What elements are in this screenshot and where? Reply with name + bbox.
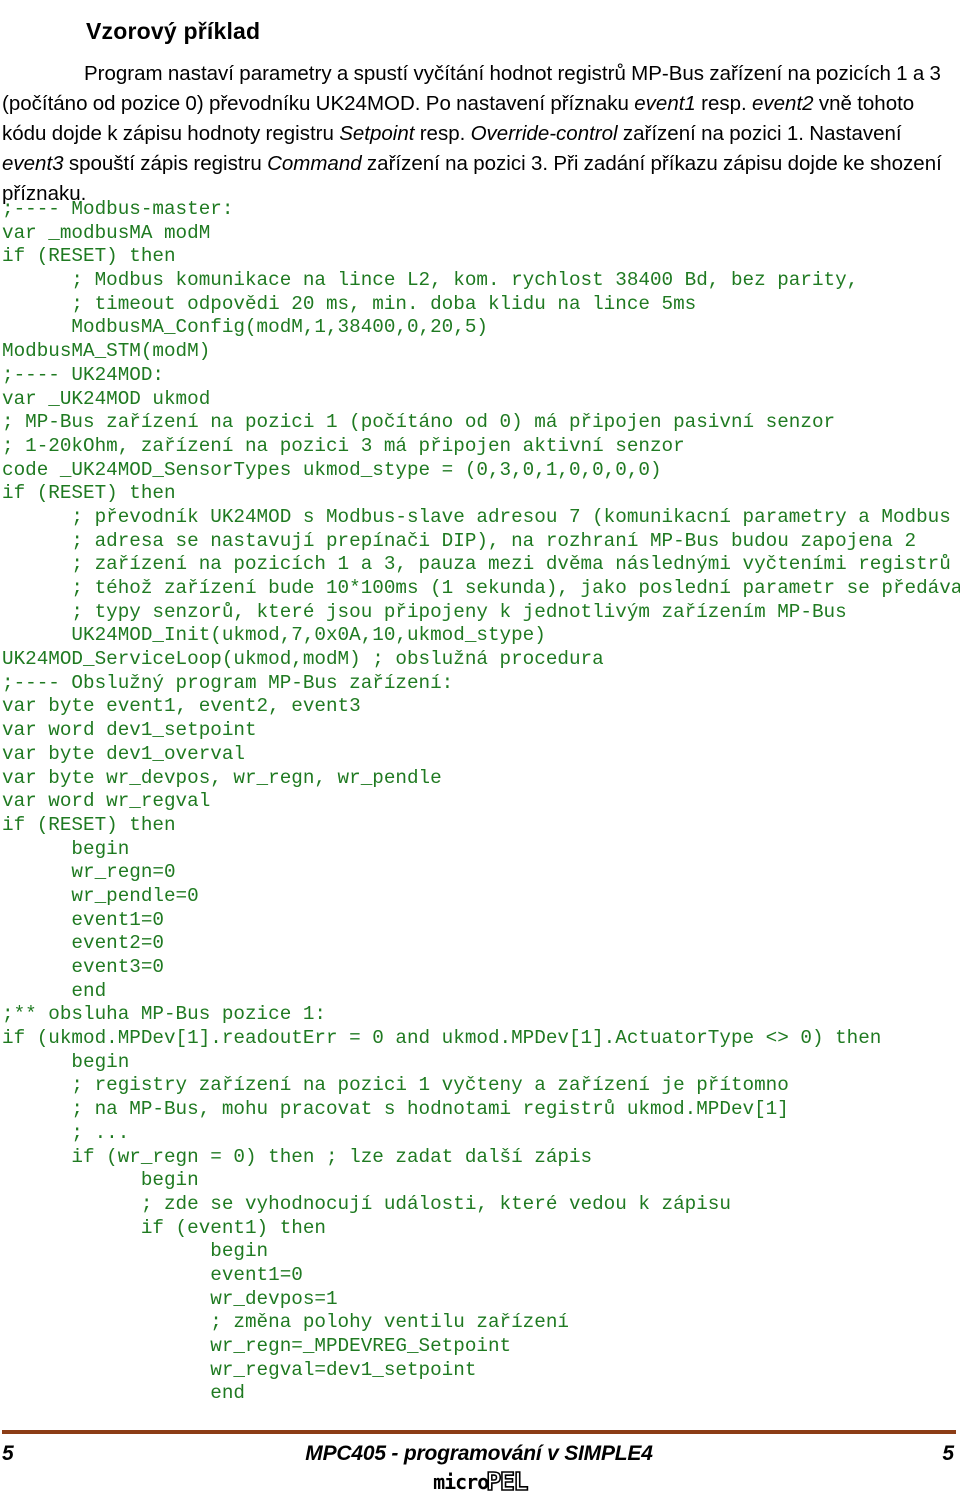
- code-line: var byte dev1_overval: [2, 742, 245, 765]
- emphasis-term: event2: [752, 91, 814, 115]
- code-line: end: [2, 1382, 245, 1405]
- code-line: ; typy senzorů, které jsou připojeny k j…: [2, 600, 847, 623]
- code-line: ; na MP-Bus, mohu pracovat s hodnotami r…: [2, 1098, 789, 1121]
- code-line: event2=0: [2, 932, 164, 955]
- code-line: var _modbusMA modM: [2, 221, 211, 244]
- code-line: ; timeout odpovědi 20 ms, min. doba klid…: [2, 292, 697, 315]
- code-line: begin: [2, 1169, 199, 1192]
- code-line: if (RESET) then: [2, 813, 176, 836]
- code-line: wr_regn=_MPDEVREG_Setpoint: [2, 1335, 512, 1357]
- code-line: var byte wr_devpos, wr_regn, wr_pendle: [2, 766, 442, 789]
- code-line: UK24MOD_Init(ukmod,7,0x0A,10,ukmod_stype…: [2, 624, 546, 647]
- code-line: ;** obsluha MP-Bus pozice 1:: [2, 1003, 326, 1026]
- code-line: ModbusMA_Config(modM,1,38400,0,20,5): [2, 316, 488, 339]
- code-line: wr_regval=dev1_setpoint: [2, 1358, 477, 1381]
- code-line: event1=0: [2, 908, 164, 931]
- code-line: ; 1-20kOhm, zařízení na pozici 3 má přip…: [2, 434, 685, 457]
- code-line: event1=0: [2, 1263, 303, 1286]
- code-line: code _UK24MOD_SensorTypes ukmod_stype = …: [2, 458, 662, 481]
- code-line: ; zde se vyhodnocují události, které ved…: [2, 1192, 731, 1215]
- emphasis-term: Command: [267, 152, 362, 176]
- code-line: begin: [2, 1240, 269, 1263]
- code-line: wr_devpos=1: [2, 1287, 338, 1310]
- code-line: ; téhož zařízení bude 10*100ms (1 sekund…: [2, 577, 960, 599]
- code-line: ; zařízení na pozicích 1 a 3, pauza mezi…: [2, 553, 951, 576]
- document-page: Vzorový příklad Program nastaví parametr…: [0, 0, 960, 1501]
- code-line: ;---- Modbus-master:: [2, 198, 234, 220]
- code-listing: ;---- Modbus-master: var _modbusMA modM if…: [2, 198, 960, 1406]
- emphasis-term: Override-control: [470, 121, 618, 145]
- code-line: ; převodník UK24MOD s Modbus-slave adres…: [2, 505, 951, 528]
- code-line: ModbusMA_STM(modM): [2, 340, 211, 363]
- code-line: var word dev1_setpoint: [2, 719, 257, 742]
- code-line: ; ...: [2, 1121, 130, 1144]
- code-line: if (event1) then: [2, 1216, 326, 1239]
- code-line: if (ukmod.MPDev[1].readoutErr = 0 and uk…: [2, 1027, 882, 1050]
- code-line: ; adresa se nastavují prepínači DIP), na…: [2, 529, 917, 552]
- footer-title: MPC405 - programování v SIMPLE4: [305, 1442, 653, 1465]
- code-line: if (wr_regn = 0) then ; lze zadat další …: [2, 1145, 593, 1168]
- intro-paragraph: Program nastaví parametry a spustí vyčít…: [2, 61, 942, 206]
- logo-text-micro: micro: [433, 1470, 489, 1494]
- footer-divider: [2, 1430, 956, 1434]
- code-line: wr_pendle=0: [2, 884, 199, 907]
- code-line: begin: [2, 837, 130, 860]
- code-line: ; MP-Bus zařízení na pozici 1 (počítáno …: [2, 411, 836, 434]
- code-line: var byte event1, event2, event3: [2, 695, 361, 718]
- page-title: Vzorový příklad: [86, 18, 261, 45]
- code-line: var word wr_regval: [2, 790, 211, 813]
- footer-page-number-right: 5: [942, 1442, 954, 1465]
- code-line: event3=0: [2, 956, 164, 978]
- code-line: ;---- UK24MOD:: [2, 363, 164, 386]
- code-line: wr_regn=0: [2, 861, 176, 884]
- code-line: if (RESET) then: [2, 482, 176, 505]
- logo-text-pel: PEL: [485, 1466, 529, 1497]
- code-line: UK24MOD_ServiceLoop(ukmod,modM) ; obsluž…: [2, 648, 604, 671]
- code-line: ; Modbus komunikace na lince L2, kom. ry…: [2, 269, 859, 292]
- code-line: ; změna polohy ventilu zařízení: [2, 1311, 569, 1334]
- emphasis-term: event3: [2, 152, 64, 176]
- code-line: ; registry zařízení na pozici 1 vyčteny …: [2, 1074, 789, 1097]
- emphasis-term: Setpoint: [339, 121, 415, 145]
- code-line: if (RESET) then: [2, 245, 176, 268]
- code-line: begin: [2, 1050, 130, 1073]
- micropel-logo: microPEL: [0, 1466, 960, 1497]
- code-line: var _UK24MOD ukmod: [2, 387, 211, 410]
- code-line: end: [2, 979, 107, 1002]
- code-line: ;---- Obslužný program MP-Bus zařízení:: [2, 671, 454, 694]
- emphasis-term: event1: [634, 91, 696, 115]
